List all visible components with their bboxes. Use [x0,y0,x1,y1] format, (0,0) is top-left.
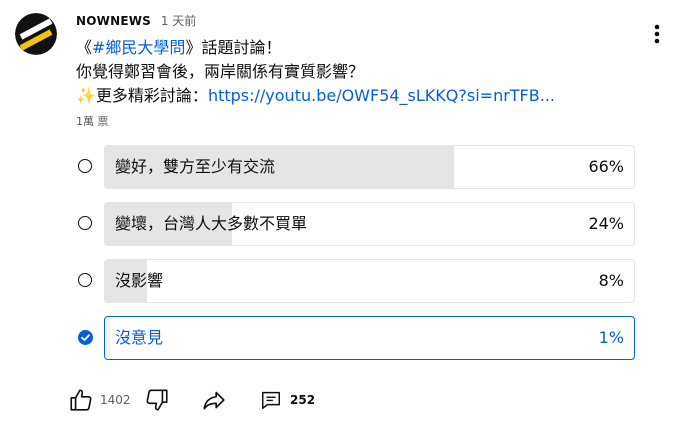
nownews-logo [15,13,57,55]
radio-button[interactable] [78,159,92,173]
share-button[interactable] [200,386,228,414]
poll-option-3[interactable]: 沒影響 8% [76,259,636,303]
poll-option-box[interactable]: 變壞，台灣人大多數不買單 24% [104,202,635,246]
poll-option-label: 變好，雙方至少有交流 [115,157,276,176]
sparkles-emoji: ✨ [76,86,96,105]
post-text-line-1: 《#鄉民大學問》話題討論！ [76,36,555,60]
post-text-line-3: ✨更多精彩討論：https://youtu.be/OWF54_sLKKQ?si=… [76,84,555,108]
more-discussion-label: 更多精彩討論： [95,86,208,105]
radio-button[interactable] [78,273,92,287]
post-text: 《#鄉民大學問》話題討論！ 你覺得鄭習會後，兩岸關係有實質影響？ ✨更多精彩討論… [76,36,555,108]
more-button[interactable] [645,20,669,48]
comment-button[interactable]: 252 [260,386,315,414]
check-circle-icon[interactable] [78,330,93,345]
poll-option-4[interactable]: 沒意見 1% [76,316,636,360]
post-header: NOWNEWS 1 天前 [76,12,196,29]
post-time[interactable]: 1 天前 [161,14,196,28]
hashtag-link[interactable]: #鄉民大學問 [92,38,185,57]
channel-avatar[interactable] [15,13,57,55]
poll-option-box[interactable]: 沒影響 8% [104,259,635,303]
poll-option-percent: 1% [598,328,624,347]
bracket-open: 《 [76,38,93,57]
share-icon [203,391,225,410]
poll-fill-bar [105,317,111,359]
poll-option-label: 變壞，台灣人大多數不買單 [115,214,308,233]
poll-option-label: 沒影響 [115,271,164,290]
poll-option-percent: 66% [588,157,624,176]
poll-option-percent: 24% [588,214,624,233]
more-vert-icon [654,24,660,44]
poll-option-1[interactable]: 變好，雙方至少有交流 66% [76,145,636,189]
post-text-rest: 》話題討論！ [185,38,282,57]
poll-option-label: 沒意見 [115,328,164,347]
poll-option-box-selected[interactable]: 沒意見 1% [104,316,635,360]
dislike-button[interactable] [144,386,170,414]
radio-button[interactable] [78,216,92,230]
like-count: 1402 [100,393,131,407]
poll-option-percent: 8% [598,271,624,290]
like-button[interactable]: 1402 [68,386,131,414]
poll-option-2[interactable]: 變壞，台灣人大多數不買單 24% [76,202,636,246]
post-text-line-2: 你覺得鄭習會後，兩岸關係有實質影響？ [76,62,365,81]
thumb-down-icon [146,389,168,411]
youtube-link[interactable]: https://youtu.be/OWF54_sLKKQ?si=nrTFB... [208,86,555,105]
thumb-up-icon [70,389,92,411]
poll-option-box[interactable]: 變好，雙方至少有交流 66% [104,145,635,189]
comment-icon [262,391,280,409]
community-post: NOWNEWS 1 天前 《#鄉民大學問》話題討論！ 你覺得鄭習會後，兩岸關係有… [0,0,693,429]
comment-count: 252 [290,393,316,407]
vote-count: 1萬 票 [76,115,109,128]
channel-name[interactable]: NOWNEWS [76,14,151,28]
